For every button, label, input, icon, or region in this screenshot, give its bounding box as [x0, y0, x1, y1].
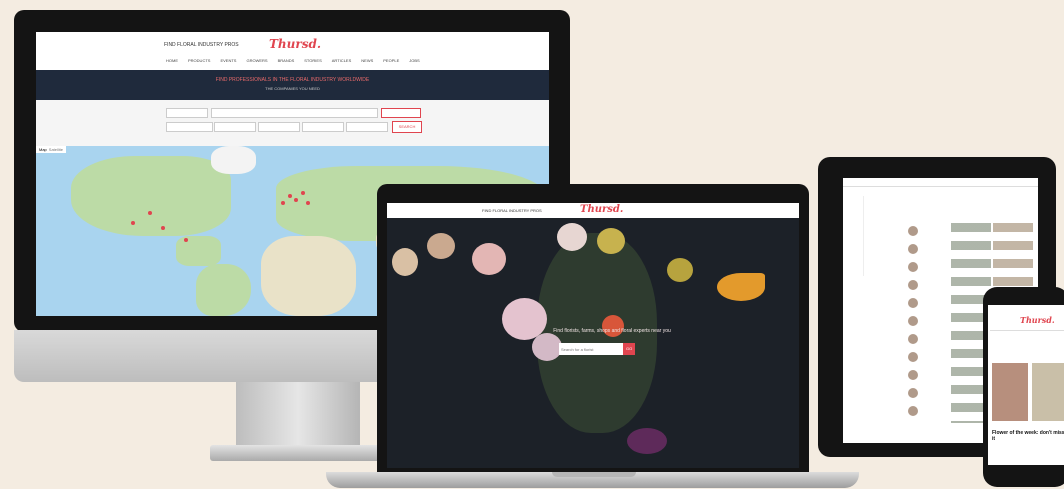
map-marker[interactable]: [161, 226, 165, 230]
flower: [557, 223, 587, 251]
imac-banner: FIND PROFESSIONALS IN THE FLORAL INDUSTR…: [36, 70, 549, 100]
phone-image[interactable]: [1032, 363, 1064, 421]
avatar[interactable]: [908, 280, 918, 290]
map-marker[interactable]: [148, 211, 152, 215]
laptop-notch: [552, 472, 636, 477]
avatar[interactable]: [908, 262, 918, 272]
phone-headline[interactable]: Flower of the week: don't miss it: [992, 430, 1064, 442]
banner-title: FIND PROFESSIONALS IN THE FLORAL INDUSTR…: [215, 77, 370, 83]
avatar[interactable]: [908, 406, 918, 416]
nav-item[interactable]: HOME: [166, 58, 178, 63]
nav-item[interactable]: PRODUCTS: [188, 58, 210, 63]
avatar[interactable]: [908, 316, 918, 326]
map-tab[interactable]: Map: [39, 147, 47, 152]
nav-item[interactable]: GROWERS: [246, 58, 267, 63]
laptop-header-left[interactable]: FIND FLORAL INDUSTRY PROS: [482, 208, 542, 213]
map-marker[interactable]: [281, 201, 285, 205]
nav-item[interactable]: EVENTS: [220, 58, 236, 63]
tablet-sidebar: [863, 196, 886, 276]
filter-country[interactable]: [166, 108, 208, 118]
nav-item[interactable]: JOBS: [409, 58, 419, 63]
avatar[interactable]: [908, 334, 918, 344]
laptop-search-input[interactable]: [559, 346, 624, 352]
flower: [717, 273, 765, 301]
laptop-hero-text: Find florists, farms, shops and floral e…: [553, 328, 671, 334]
laptop-site-header: FIND FLORAL INDUSTRY PROS Thursd.: [387, 203, 799, 218]
filter-select[interactable]: [346, 122, 388, 132]
map-marker[interactable]: [294, 198, 298, 202]
imac-site-header: FIND FLORAL INDUSTRY PROS Thursd. HOME P…: [36, 32, 549, 71]
nav-item[interactable]: NEWS: [361, 58, 373, 63]
map-greenland: [211, 146, 256, 174]
map-marker[interactable]: [288, 194, 292, 198]
filter-option[interactable]: [381, 108, 421, 118]
map-south-america: [196, 264, 251, 316]
flower: [532, 333, 562, 361]
laptop-screen: FIND FLORAL INDUSTRY PROS Thursd. Find f…: [387, 203, 799, 468]
imac-header-left[interactable]: FIND FLORAL INDUSTRY PROS: [164, 42, 239, 48]
avatar[interactable]: [908, 352, 918, 362]
phone-logo[interactable]: Thursd.: [1020, 315, 1055, 325]
laptop-search-box[interactable]: GO: [559, 343, 635, 355]
map-central-america: [176, 236, 221, 266]
phone-screen: Thursd. Flower of the week: don't miss i…: [988, 305, 1064, 465]
filter-keyword[interactable]: [211, 108, 378, 118]
map-marker[interactable]: [184, 238, 188, 242]
flower: [627, 428, 667, 454]
flower: [597, 228, 625, 254]
map-marker[interactable]: [131, 221, 135, 225]
imac-search-button[interactable]: SEARCH: [392, 121, 422, 133]
map-marker[interactable]: [301, 191, 305, 195]
avatar[interactable]: [908, 370, 918, 380]
filter-select[interactable]: [214, 122, 256, 132]
filter-select[interactable]: [302, 122, 344, 132]
imac-nav: HOME PRODUCTS EVENTS GROWERS BRANDS STOR…: [166, 58, 420, 63]
flower: [472, 243, 506, 275]
map-marker[interactable]: [306, 201, 310, 205]
phone-nav: [990, 330, 1064, 339]
map-type-tabs: Map Satellite: [36, 146, 67, 153]
imac-stand-foot: [210, 445, 386, 461]
nav-item[interactable]: ARTICLES: [332, 58, 352, 63]
phone-image[interactable]: [992, 363, 1028, 421]
flower: [427, 233, 455, 259]
filter-select[interactable]: [166, 122, 213, 132]
nav-item[interactable]: PEOPLE: [383, 58, 399, 63]
flower: [392, 248, 418, 276]
map-tab[interactable]: Satellite: [49, 147, 63, 152]
imac-logo[interactable]: Thursd.: [269, 37, 321, 51]
map-north-america: [71, 156, 231, 236]
nav-item[interactable]: BRANDS: [278, 58, 295, 63]
avatar[interactable]: [908, 388, 918, 398]
filter-select[interactable]: [258, 122, 300, 132]
laptop-logo[interactable]: Thursd.: [580, 204, 623, 215]
imac-filter-bar: SEARCH: [36, 100, 549, 146]
avatar[interactable]: [908, 298, 918, 308]
map-africa: [261, 236, 356, 316]
banner-subtitle: THE COMPANIES YOU NEED: [265, 86, 320, 91]
avatar[interactable]: [908, 244, 918, 254]
imac-stand-neck: [236, 382, 360, 448]
laptop-search-button[interactable]: GO: [623, 343, 635, 355]
flower: [667, 258, 693, 282]
tablet-header: [843, 178, 1038, 187]
nav-item[interactable]: STORIES: [304, 58, 322, 63]
avatar[interactable]: [908, 226, 918, 236]
